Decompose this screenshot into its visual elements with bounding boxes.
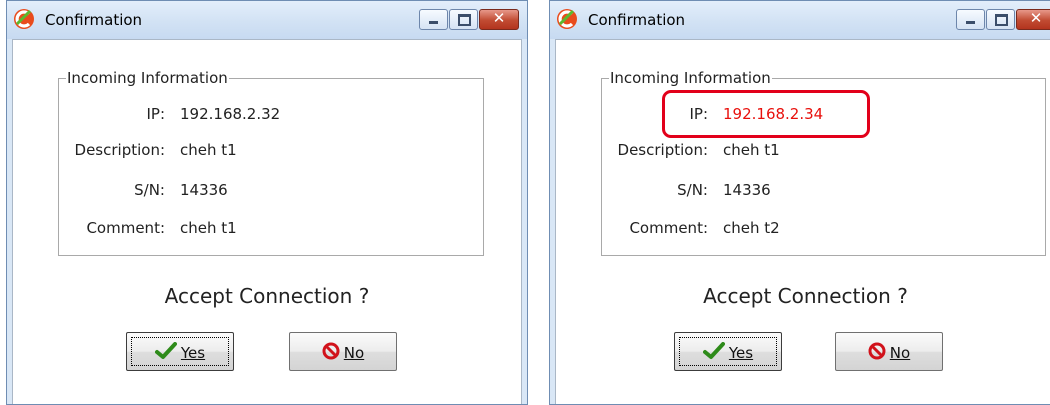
- ip-value: 192.168.2.32: [180, 105, 281, 123]
- accept-connection-question: Accept Connection ?: [164, 284, 370, 308]
- minimize-icon: [429, 21, 438, 24]
- no-label: No: [343, 344, 365, 362]
- confirmation-dialog-left: Confirmation ✕ Incoming Information IP: …: [6, 0, 528, 405]
- confirmation-dialog-right: Confirmation ✕ Incoming Information IP: …: [549, 0, 1050, 405]
- description-label: Description:: [617, 141, 708, 159]
- sn-value: 14336: [180, 181, 228, 199]
- caption-buttons: ✕: [955, 9, 1050, 30]
- description-row: Description: cheh t1: [59, 140, 485, 160]
- sn-label: S/N:: [134, 181, 165, 199]
- sn-row: S/N: 14336: [602, 180, 1028, 200]
- close-icon: ✕: [492, 9, 506, 27]
- no-button[interactable]: No: [835, 332, 943, 371]
- sn-label: S/N:: [677, 181, 708, 199]
- ip-label: IP:: [146, 105, 165, 123]
- close-icon: ✕: [1029, 9, 1043, 27]
- no-entry-icon: [322, 342, 340, 364]
- description-row: Description: cheh t1: [602, 140, 1028, 160]
- no-entry-icon: [868, 342, 886, 364]
- app-logo-icon: [556, 8, 578, 30]
- yes-label: Yes: [728, 344, 754, 362]
- comment-row: Comment: cheh t1: [59, 218, 485, 238]
- description-value: cheh t1: [180, 141, 237, 159]
- close-button[interactable]: ✕: [479, 9, 519, 30]
- accept-connection-question: Accept Connection ?: [703, 284, 908, 308]
- minimize-button[interactable]: [419, 9, 448, 30]
- comment-label: Comment:: [629, 219, 708, 237]
- maximize-icon: [995, 14, 1008, 26]
- window-title: Confirmation: [588, 11, 686, 29]
- yes-label: Yes: [180, 344, 206, 362]
- description-value: cheh t1: [723, 141, 780, 159]
- minimize-button[interactable]: [956, 9, 985, 30]
- comment-value: cheh t2: [723, 219, 780, 237]
- comment-label: Comment:: [86, 219, 165, 237]
- ip-row: IP: 192.168.2.32: [59, 104, 485, 124]
- group-title: Incoming Information: [66, 69, 229, 87]
- sn-row: S/N: 14336: [59, 180, 485, 200]
- comment-row: Comment: cheh t2: [602, 218, 1028, 238]
- window-title: Confirmation: [45, 11, 143, 29]
- group-title: Incoming Information: [609, 69, 772, 87]
- title-bar[interactable]: Confirmation ✕: [550, 1, 1050, 39]
- comment-value: cheh t1: [180, 219, 237, 237]
- maximize-button[interactable]: [449, 9, 478, 30]
- no-button[interactable]: No: [289, 332, 397, 371]
- sn-value: 14336: [723, 181, 771, 199]
- highlight-box-annotation: [662, 90, 870, 138]
- checkmark-icon: [702, 342, 725, 364]
- description-label: Description:: [74, 141, 165, 159]
- yes-button[interactable]: Yes: [674, 332, 782, 371]
- dialog-client-area: Incoming Information IP: 192.168.2.32 De…: [12, 39, 522, 404]
- no-label: No: [889, 344, 911, 362]
- checkmark-icon: [154, 342, 177, 364]
- caption-buttons: ✕: [418, 9, 519, 30]
- incoming-information-group: Incoming Information IP: 192.168.2.32 De…: [58, 69, 485, 256]
- minimize-icon: [966, 21, 975, 24]
- maximize-button[interactable]: [986, 9, 1015, 30]
- title-bar[interactable]: Confirmation ✕: [7, 1, 527, 39]
- maximize-icon: [458, 14, 471, 26]
- close-button[interactable]: ✕: [1016, 9, 1050, 30]
- app-logo-icon: [13, 8, 35, 30]
- yes-button[interactable]: Yes: [126, 332, 234, 371]
- dialog-client-area: Incoming Information IP: 192.168.2.34 De…: [555, 39, 1050, 404]
